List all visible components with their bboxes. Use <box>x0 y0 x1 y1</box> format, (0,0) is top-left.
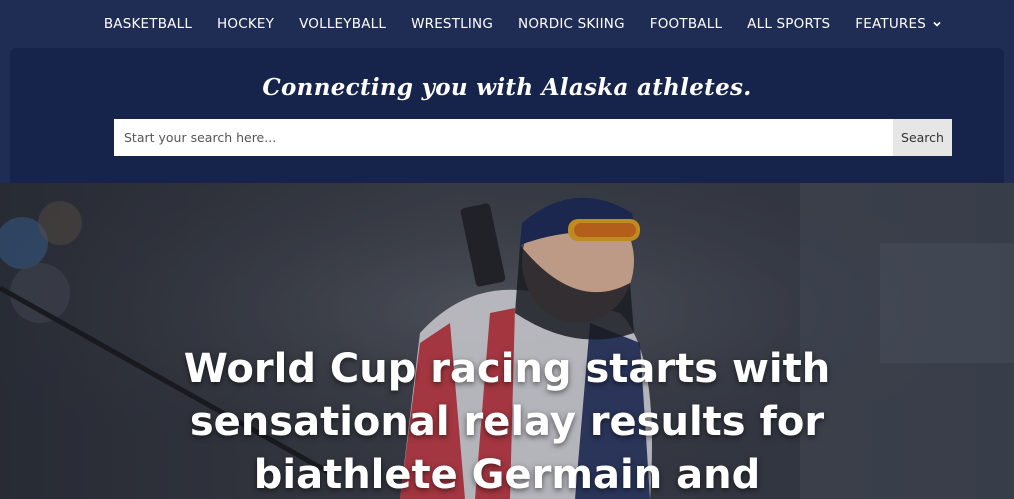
search-button[interactable]: Search <box>893 119 952 156</box>
nav-item-volleyball[interactable]: VOLLEYBALL <box>299 16 386 32</box>
nav-item-all-sports[interactable]: ALL SPORTS <box>747 16 830 32</box>
search-band <box>10 48 1004 183</box>
main-nav: BASKETBALL HOCKEY VOLLEYBALL WRESTLING N… <box>0 0 1014 48</box>
nav-item-football[interactable]: FOOTBALL <box>650 16 722 32</box>
nav-item-features[interactable]: FEATURES <box>855 16 942 32</box>
tagline: Connecting you with Alaska athletes. <box>262 74 752 101</box>
chevron-down-icon <box>933 21 941 27</box>
nav-item-nordic-skiing[interactable]: NORDIC SKIING <box>518 16 625 32</box>
search-input[interactable] <box>114 119 893 156</box>
hero-feature[interactable]: World Cup racing starts with sensational… <box>0 183 1014 499</box>
nav-item-features-label: FEATURES <box>855 16 926 32</box>
nav-item-wrestling[interactable]: WRESTLING <box>411 16 493 32</box>
nav-item-hockey[interactable]: HOCKEY <box>217 16 274 32</box>
hero-headline[interactable]: World Cup racing starts with sensational… <box>110 343 904 499</box>
nav-item-basketball[interactable]: BASKETBALL <box>104 16 192 32</box>
